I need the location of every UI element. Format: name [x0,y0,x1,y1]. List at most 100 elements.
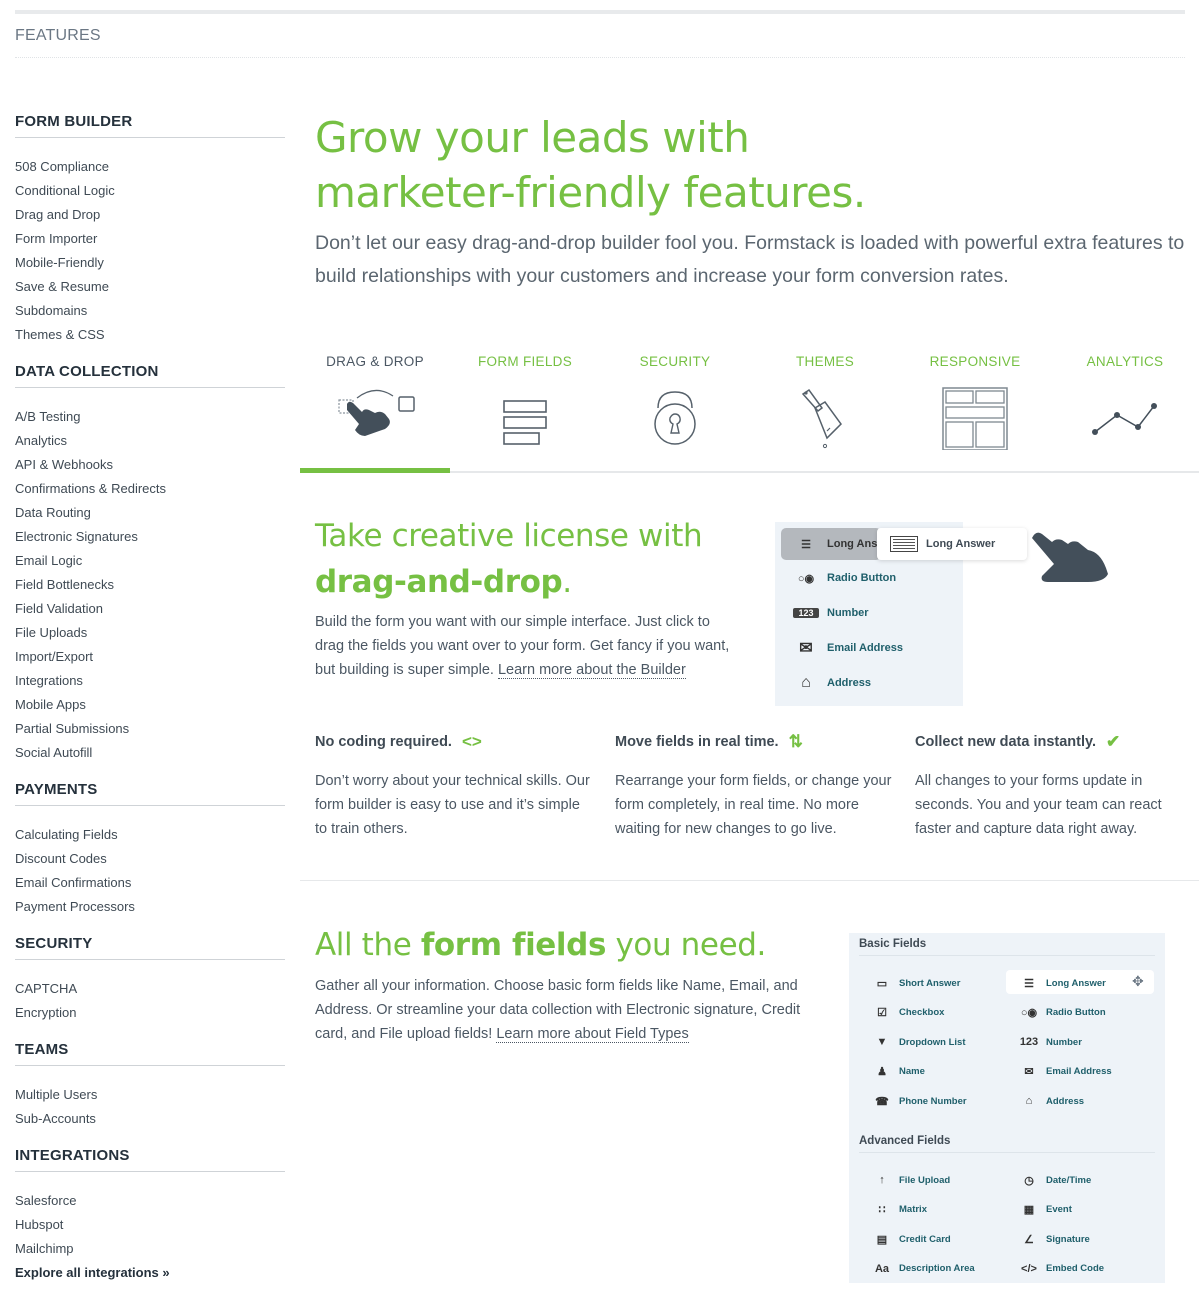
divider [859,1152,1155,1153]
sidebar-section: INTEGRATIONS Salesforce Hubspot Mailchimp Ex… [15,1147,285,1285]
sidebar-link[interactable]: Mailchimp [15,1237,285,1261]
tab-themes[interactable]: THEMES [750,350,900,473]
field-radio-button[interactable]: ○◉ Radio Button [793,568,896,588]
field-type-item[interactable]: ☰ Long Answer [1016,975,1106,991]
sidebar-link[interactable]: Drag and Drop [15,203,285,227]
tab-responsive[interactable]: RESPONSIVE [900,350,1050,473]
sidebar-link[interactable]: API & Webhooks [15,453,285,477]
field-label: Checkbox [899,1007,945,1019]
sidebar-link[interactable]: Sub-Accounts [15,1107,285,1131]
house-icon: ⌂ [1025,1095,1033,1108]
dragged-field[interactable]: Long Answer [877,528,1027,560]
features-sidebar: FORM BUILDER 508 Compliance Conditional Lo… [15,113,285,1301]
sidebar-link[interactable]: CAPTCHA [15,977,285,1001]
sidebar-heading: PAYMENTS [15,781,285,806]
field-type-item[interactable]: ☎ Phone Number [869,1093,967,1109]
field-type-item[interactable]: ○◉ Radio Button [1016,1005,1106,1021]
matrix-icon: ∷ [878,1204,886,1217]
tab-form-fields[interactable]: FORM FIELDS [450,350,600,473]
sidebar-link[interactable]: File Uploads [15,621,285,645]
feature-body: All changes to your forms update in seco… [915,773,1162,837]
feature-title: Collect new data instantly. [915,734,1097,750]
sidebar-link[interactable]: Hubspot [15,1213,285,1237]
sidebar-link[interactable]: Salesforce [15,1189,285,1213]
sidebar-link[interactable]: Email Logic [15,549,285,573]
field-type-item[interactable]: Aa Description Area [869,1261,975,1277]
form-fields-icon [503,400,547,445]
tab-security[interactable]: SECURITY [600,350,750,473]
sidebar-link[interactable]: Social Autofill [15,741,285,765]
sidebar-link[interactable]: Mobile Apps [15,693,285,717]
hero-title-line1: Grow your leads with [315,113,750,162]
line-chart-icon [1092,403,1157,435]
sidebar-link[interactable]: Encryption [15,1001,285,1025]
sidebar-link[interactable]: Mobile-Friendly [15,251,285,275]
swap-arrows-icon: ⇅ [788,732,803,751]
sidebar-link[interactable]: Integrations [15,669,285,693]
sidebar-link[interactable]: Multiple Users [15,1083,285,1107]
field-type-item[interactable]: ↑ File Upload [869,1172,950,1188]
field-type-item[interactable]: ◷ Date/Time [1016,1172,1091,1188]
sidebar-link[interactable]: Save & Resume [15,275,285,299]
field-type-item[interactable]: ∷ Matrix [869,1202,927,1218]
tab-drag-drop[interactable]: DRAG & DROP [300,350,450,473]
field-type-item[interactable]: ✉ Email Address [1016,1064,1111,1080]
learn-builder-link[interactable]: Learn more about the Builder [497,662,686,679]
sidebar-link[interactable]: Analytics [15,429,285,453]
sidebar-link[interactable]: Form Importer [15,227,285,251]
field-address[interactable]: ⌂ Address [793,673,871,693]
sidebar-link[interactable]: Electronic Signatures [15,525,285,549]
sidebar-link[interactable]: Field Validation [15,597,285,621]
explore-integrations-link[interactable]: Explore all integrations » [15,1261,285,1285]
tab-analytics[interactable]: ANALYTICS [1050,350,1199,473]
field-number[interactable]: 123 Number [793,603,869,623]
sidebar-link[interactable]: Partial Submissions [15,717,285,741]
field-label: Event [1046,1204,1072,1216]
field-type-item[interactable]: ∠ Signature [1016,1231,1090,1247]
field-type-item[interactable]: ▭ Short Answer [869,975,961,991]
sidebar-link[interactable]: Field Bottlenecks [15,573,285,597]
sidebar-link[interactable]: 508 Compliance [15,155,285,179]
short-answer-icon: ▭ [876,977,888,990]
page-label: FEATURES [15,27,101,44]
field-type-item[interactable]: ▤ Credit Card [869,1231,951,1247]
title-text: Take creative license with [315,518,703,554]
learn-field-types-link[interactable]: Learn more about Field Types [496,1026,689,1043]
number-icon: 123 [793,608,819,618]
field-type-item[interactable]: ▼ Dropdown List [869,1034,966,1050]
field-type-item[interactable]: 123 Number [1016,1034,1082,1050]
field-label: Number [1046,1036,1082,1048]
sidebar-link[interactable]: Payment Processors [15,895,285,919]
fields-section-title: All the form fields you need. [315,922,835,968]
sidebar-link[interactable]: Email Confirmations [15,871,285,895]
field-label: Long Answer [926,538,996,550]
sidebar-link[interactable]: Calculating Fields [15,823,285,847]
upload-icon: ↑ [879,1174,885,1186]
field-type-item[interactable]: ⌂ Address [1016,1093,1084,1109]
sidebar-link[interactable]: Discount Codes [15,847,285,871]
sidebar-link[interactable]: Conditional Logic [15,179,285,203]
title-bold: form fields [420,927,607,963]
sidebar-link[interactable]: Confirmations & Redirects [15,477,285,501]
field-type-item[interactable]: ☑ Checkbox [869,1005,944,1021]
sidebar-link[interactable]: Subdomains [15,299,285,323]
sidebar-link[interactable]: Data Routing [15,501,285,525]
field-email[interactable]: ✉ Email Address [793,638,903,658]
field-type-item[interactable]: </> Embed Code [1016,1261,1104,1277]
field-label: Phone Number [899,1095,967,1107]
field-label: Radio Button [827,572,897,584]
dropdown-icon: ▼ [876,1036,888,1049]
sidebar-link[interactable]: Import/Export [15,645,285,669]
number-icon: 123 [1019,1036,1039,1049]
sidebar-link[interactable]: Themes & CSS [15,323,285,347]
field-label: Number [827,607,869,619]
section-divider [300,880,1199,881]
sidebar-section: DATA COLLECTION A/B Testing Analytics API &… [15,363,285,765]
divider [15,57,1185,58]
paintbrush-icon [801,388,842,449]
drag-hand-cursor-icon [1032,532,1108,582]
title-bold: drag-and-drop [315,564,563,600]
sidebar-link[interactable]: A/B Testing [15,405,285,429]
field-type-item[interactable]: ♟ Name [869,1064,925,1080]
field-type-item[interactable]: ▦ Event [1016,1202,1072,1218]
